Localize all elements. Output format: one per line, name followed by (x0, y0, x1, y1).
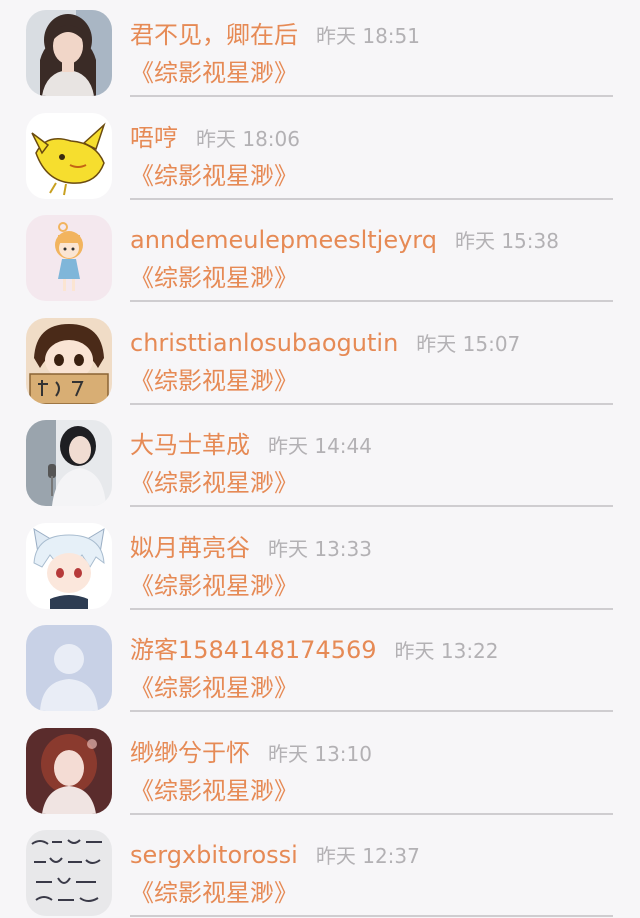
row-divider (130, 710, 613, 712)
anime-cat-boy-avatar[interactable] (26, 523, 112, 609)
username[interactable]: 唔哼 (130, 124, 178, 152)
comment-row[interactable]: 游客1584148174569 昨天 13:22 《综影视星渺》 (0, 615, 640, 717)
username[interactable]: 姒月苒亮谷 (130, 534, 250, 562)
comment-header: 大马士革成 昨天 14:44 (130, 428, 372, 463)
anime-girl-box-avatar[interactable] (26, 318, 112, 404)
comment-time: 昨天 18:51 (316, 24, 420, 48)
book-link[interactable]: 《综影视星渺》 (130, 876, 298, 910)
comment-row[interactable]: 唔哼 昨天 18:06 《综影视星渺》 (0, 103, 640, 205)
comment-row[interactable]: christtianlosubaogutin 昨天 15:07 《综影视星渺》 (0, 308, 640, 410)
handwriting-note-avatar[interactable] (26, 830, 112, 916)
comment-header: 缈缈兮于怀 昨天 13:10 (130, 736, 372, 771)
book-link[interactable]: 《综影视星渺》 (130, 466, 298, 500)
book-link[interactable]: 《综影视星渺》 (130, 261, 298, 295)
red-hair-girl-avatar[interactable] (26, 728, 112, 814)
cartoon-girl-avatar[interactable] (26, 215, 112, 301)
comment-header: 姒月苒亮谷 昨天 13:33 (130, 531, 372, 566)
row-divider (130, 95, 613, 97)
comment-time: 昨天 15:38 (454, 229, 559, 253)
yellow-bird-avatar[interactable] (26, 113, 112, 199)
username[interactable]: 游客1584148174569 (130, 636, 377, 664)
comment-time: 昨天 18:06 (196, 127, 300, 151)
book-link[interactable]: 《综影视星渺》 (130, 774, 298, 808)
comment-header: christtianlosubaogutin 昨天 15:07 (130, 326, 520, 361)
row-divider (130, 300, 613, 302)
book-link[interactable]: 《综影视星渺》 (130, 671, 298, 705)
comment-row[interactable]: 缈缈兮于怀 昨天 13:10 《综影视星渺》 (0, 718, 640, 820)
username[interactable]: sergxbitorossi (130, 841, 298, 869)
book-link[interactable]: 《综影视星渺》 (130, 159, 298, 193)
username[interactable]: christtianlosubaogutin (130, 329, 398, 357)
comment-row[interactable]: anndemeulepmeesltjeyrq 昨天 15:38 《综影视星渺》 (0, 205, 640, 307)
comment-time: 昨天 15:07 (416, 332, 521, 356)
row-divider (130, 915, 613, 917)
username[interactable]: 君不见，卿在后 (130, 21, 298, 49)
book-link[interactable]: 《综影视星渺》 (130, 364, 298, 398)
singer-photo-avatar[interactable] (26, 420, 112, 506)
comment-row[interactable]: 大马士革成 昨天 14:44 《综影视星渺》 (0, 410, 640, 512)
comment-time: 昨天 13:10 (268, 742, 372, 766)
book-link[interactable]: 《综影视星渺》 (130, 569, 298, 603)
row-divider (130, 198, 613, 200)
row-divider (130, 608, 613, 610)
comment-header: 游客1584148174569 昨天 13:22 (130, 633, 499, 668)
default-user-avatar[interactable] (26, 625, 112, 711)
comment-row[interactable]: 君不见，卿在后 昨天 18:51 《综影视星渺》 (0, 0, 640, 102)
row-divider (130, 505, 613, 507)
comment-list: 君不见，卿在后 昨天 18:51 《综影视星渺》 唔哼 昨天 18:06 《综影视星… (0, 0, 640, 918)
comment-header: 唔哼 昨天 18:06 (130, 121, 300, 156)
comment-header: anndemeulepmeesltjeyrq 昨天 15:38 (130, 223, 559, 258)
row-divider (130, 403, 613, 405)
comment-time: 昨天 13:22 (394, 639, 499, 663)
comment-time: 昨天 13:33 (268, 537, 372, 561)
username[interactable]: 缈缈兮于怀 (130, 739, 250, 767)
comment-row[interactable]: 姒月苒亮谷 昨天 13:33 《综影视星渺》 (0, 513, 640, 615)
username[interactable]: 大马士革成 (130, 431, 250, 459)
user-photo-avatar[interactable] (26, 10, 112, 96)
comment-row[interactable]: sergxbitorossi 昨天 12:37 《综影视星渺》 (0, 820, 640, 918)
comment-header: 君不见，卿在后 昨天 18:51 (130, 18, 420, 53)
comment-time: 昨天 12:37 (315, 844, 420, 868)
comment-header: sergxbitorossi 昨天 12:37 (130, 838, 420, 873)
row-divider (130, 813, 613, 815)
book-link[interactable]: 《综影视星渺》 (130, 56, 298, 90)
username[interactable]: anndemeulepmeesltjeyrq (130, 226, 437, 254)
comment-time: 昨天 14:44 (268, 434, 372, 458)
